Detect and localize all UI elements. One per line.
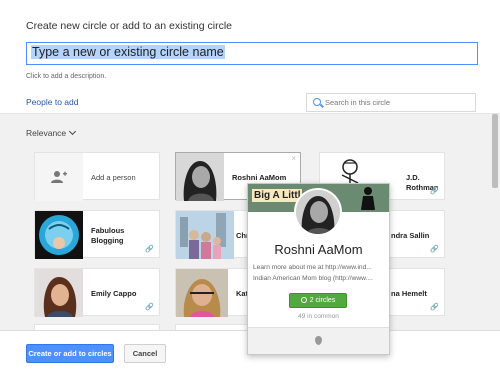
add-person-icon xyxy=(51,171,67,183)
person-name: Roshni AaMom xyxy=(232,173,287,182)
cancel-button[interactable]: Cancel xyxy=(124,344,166,363)
person-name: na Hemelt xyxy=(391,289,427,298)
location-pin-icon xyxy=(315,336,322,345)
circle-name-input[interactable]: Type a new or existing circle name xyxy=(26,42,478,65)
add-person-label: Add a person xyxy=(91,173,136,182)
circles-icon xyxy=(300,297,307,303)
hovercard-bio-line1: Learn more about me at http://www.ind... xyxy=(253,264,372,271)
circles-button[interactable]: 2 circles xyxy=(289,293,347,308)
scroll-thumb[interactable] xyxy=(492,114,498,188)
close-icon[interactable]: × xyxy=(291,154,296,163)
person-name: Emily Cappo xyxy=(91,289,137,298)
avatar xyxy=(294,188,342,236)
avatar xyxy=(35,211,83,259)
link-icon: 🔗 xyxy=(145,304,154,311)
person-name-line2: Blogging xyxy=(91,236,124,245)
hovercard-bio-line2: Indian American Mom blog (http://www.... xyxy=(253,275,373,282)
avatar xyxy=(176,211,234,259)
search-icon xyxy=(313,98,321,106)
sort-dropdown[interactable]: Relevance xyxy=(26,127,77,138)
link-icon: 🔗 xyxy=(430,304,439,311)
create-or-add-button[interactable]: Create or add to circles xyxy=(26,344,114,363)
link-icon: 🔗 xyxy=(145,246,154,253)
avatar xyxy=(176,269,228,317)
add-person-card[interactable]: Add a person xyxy=(34,152,160,201)
link-icon: 🔗 xyxy=(430,246,439,253)
add-description-link[interactable]: Click to add a description. xyxy=(26,73,106,80)
avatar xyxy=(35,269,83,317)
circles-button-label: 2 circles xyxy=(309,297,336,304)
link-icon: 🔗 xyxy=(430,188,439,195)
person-card-fabulous-blogging[interactable]: Fabulous Blogging 🔗 xyxy=(34,210,160,259)
circle-dialog: Create new circle or add to an existing … xyxy=(0,0,500,382)
in-common-count[interactable]: 49 in common xyxy=(248,313,389,320)
chevron-down-icon xyxy=(69,127,77,136)
search-input[interactable] xyxy=(325,95,473,110)
silhouette-icon xyxy=(361,187,375,210)
circle-name-value[interactable]: Type a new or existing circle name xyxy=(31,45,225,59)
hovercard-footer xyxy=(248,327,389,354)
hovercard-name[interactable]: Roshni AaMom xyxy=(248,242,389,257)
person-name-line1: Fabulous xyxy=(91,226,125,235)
sort-label: Relevance xyxy=(26,128,67,138)
dialog-title: Create new circle or add to an existing … xyxy=(26,20,233,32)
profile-hovercard[interactable]: Big A Littl Roshni AaMom Learn more abou… xyxy=(247,183,390,355)
add-person-tile xyxy=(35,153,83,201)
banner-text: Big A Littl xyxy=(252,189,303,202)
search-in-circle[interactable] xyxy=(306,93,476,112)
scrollbar[interactable] xyxy=(492,114,498,330)
person-name: ndra Sallin xyxy=(391,231,430,240)
avatar xyxy=(176,153,224,201)
person-card-emily[interactable]: Emily Cappo 🔗 xyxy=(34,268,160,317)
